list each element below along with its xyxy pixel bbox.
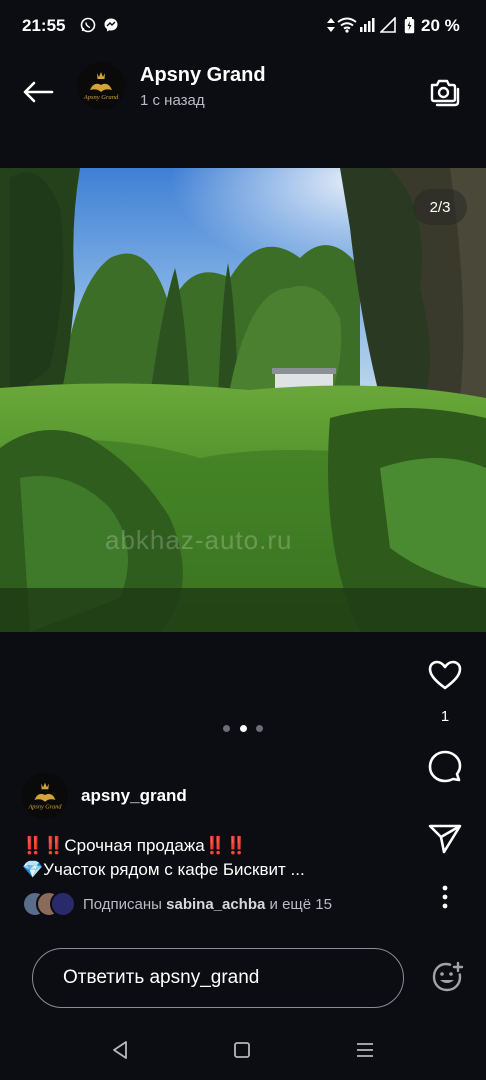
nav-back-button[interactable] — [105, 1035, 135, 1065]
messenger-icon — [103, 17, 119, 38]
header-title[interactable]: Apsny Grand — [140, 64, 266, 87]
wifi-icon — [337, 17, 357, 38]
followers-text[interactable]: Подписаны sabina_achba и ещё 15 — [83, 896, 332, 913]
author-avatar[interactable]: Apsny Grand — [22, 773, 68, 819]
share-button[interactable] — [422, 815, 468, 861]
camera-button[interactable] — [424, 72, 464, 112]
more-options-button[interactable] — [422, 874, 468, 920]
reply-input[interactable]: Ответить apsny_grand — [32, 948, 404, 1008]
followers-prefix: Подписаны — [83, 896, 162, 913]
like-button[interactable] — [422, 652, 468, 698]
follower-avatar — [50, 891, 76, 917]
comment-icon — [428, 750, 462, 783]
menu-lines-icon — [357, 1043, 373, 1057]
back-button[interactable] — [18, 74, 58, 110]
add-reaction-icon — [432, 961, 464, 992]
emoji-button[interactable] — [428, 958, 468, 998]
caption-line-2[interactable]: 💎Участок рядом с кафе Бисквит ... — [22, 860, 305, 880]
nav-home-button[interactable] — [227, 1035, 257, 1065]
followers-suffix: и ещё 15 — [269, 896, 332, 913]
whatsapp-icon — [80, 17, 96, 38]
svg-text:Apsny Grand: Apsny Grand — [83, 94, 119, 101]
carousel-dot-3[interactable] — [256, 725, 263, 732]
nav-recents-button[interactable] — [350, 1035, 380, 1065]
caption-line-1[interactable]: ‼️‼️Срочная продажа‼️‼️ — [22, 836, 247, 856]
arrow-left-icon — [23, 81, 54, 103]
watermark: abkhaz-auto.ru — [105, 525, 293, 555]
followers-avatars[interactable] — [22, 891, 78, 917]
apsny-grand-logo-icon: Apsny Grand — [28, 782, 63, 810]
page-indicator: 2/3 — [413, 189, 467, 225]
svg-text:Apsny Grand: Apsny Grand — [28, 803, 63, 810]
camera-icon — [430, 79, 460, 107]
carousel-dot-2[interactable] — [240, 725, 247, 732]
landscape-photo-icon — [0, 168, 486, 632]
battery-percent: 20 % — [421, 16, 460, 35]
battery-icon — [404, 17, 415, 39]
comment-button[interactable] — [422, 745, 468, 791]
apsny-grand-logo-icon: Apsny Grand — [83, 72, 119, 101]
data-arrows-icon — [326, 17, 336, 38]
signal-empty-icon — [379, 16, 396, 38]
status-time: 21:55 — [22, 16, 66, 35]
signal-icon — [359, 17, 375, 38]
triangle-back-icon — [113, 1041, 127, 1059]
reply-placeholder: Ответить apsny_grand — [63, 967, 260, 988]
story-photo[interactable] — [0, 168, 486, 632]
like-count: 1 — [440, 708, 450, 725]
more-vertical-icon — [442, 885, 448, 909]
send-icon — [428, 824, 462, 854]
post-timestamp: 1 с назад — [140, 92, 205, 109]
heart-icon — [428, 660, 462, 690]
author-username[interactable]: apsny_grand — [81, 786, 187, 806]
carousel-dot-1[interactable] — [223, 725, 230, 732]
follower-name[interactable]: sabina_achba — [166, 896, 265, 913]
square-home-icon — [234, 1042, 250, 1058]
header-avatar[interactable]: Apsny Grand — [77, 62, 125, 110]
